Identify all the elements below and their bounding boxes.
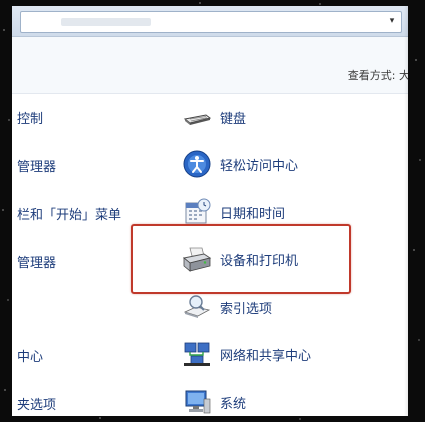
item-ease-of-access[interactable]: 轻松访问中心 [182, 148, 298, 180]
left-item-taskbar-start-menu[interactable]: 栏和「开始」菜单 [17, 204, 121, 223]
address-path-blurred [61, 18, 151, 26]
keyboard-icon [182, 102, 212, 132]
item-system[interactable]: 系统 [182, 386, 246, 416]
item-indexing-options[interactable]: 索引选项 [182, 291, 272, 323]
item-date-time-label: 日期和时间 [220, 206, 286, 222]
top-bar: ▾ [12, 6, 408, 37]
address-bar[interactable]: ▾ [20, 11, 402, 33]
highlight-box [131, 224, 351, 294]
indexing-icon [182, 292, 212, 322]
window-edge [404, 6, 408, 416]
view-by-label[interactable]: 查看方式: 大 [348, 67, 408, 83]
item-ease-of-access-label: 轻松访问中心 [220, 158, 299, 174]
calendar-clock-icon [182, 197, 212, 227]
chevron-down-icon[interactable]: ▾ [385, 14, 399, 28]
control-panel-window: ▾ 查看方式: 大 控制 管理器 栏和「开始」菜单 管理器 中心 夹选项 键盘 [12, 6, 408, 416]
network-icon [182, 339, 212, 369]
left-item-folder-options[interactable]: 夹选项 [17, 394, 56, 413]
left-item-center[interactable]: 中心 [17, 346, 43, 365]
header-area: 查看方式: 大 [12, 37, 408, 94]
left-item-manager-1[interactable]: 管理器 [17, 156, 56, 175]
left-item-manager-2[interactable]: 管理器 [17, 252, 56, 271]
item-keyboard-label: 键盘 [220, 111, 247, 127]
ease-of-access-icon [182, 149, 212, 179]
system-icon [182, 387, 212, 416]
item-network-sharing-label: 网络和共享中心 [220, 348, 312, 364]
left-item-control[interactable]: 控制 [17, 108, 43, 127]
item-keyboard[interactable]: 键盘 [182, 101, 246, 133]
item-system-label: 系统 [220, 396, 247, 412]
item-network-sharing[interactable]: 网络和共享中心 [182, 338, 311, 370]
item-indexing-options-label: 索引选项 [220, 301, 273, 317]
